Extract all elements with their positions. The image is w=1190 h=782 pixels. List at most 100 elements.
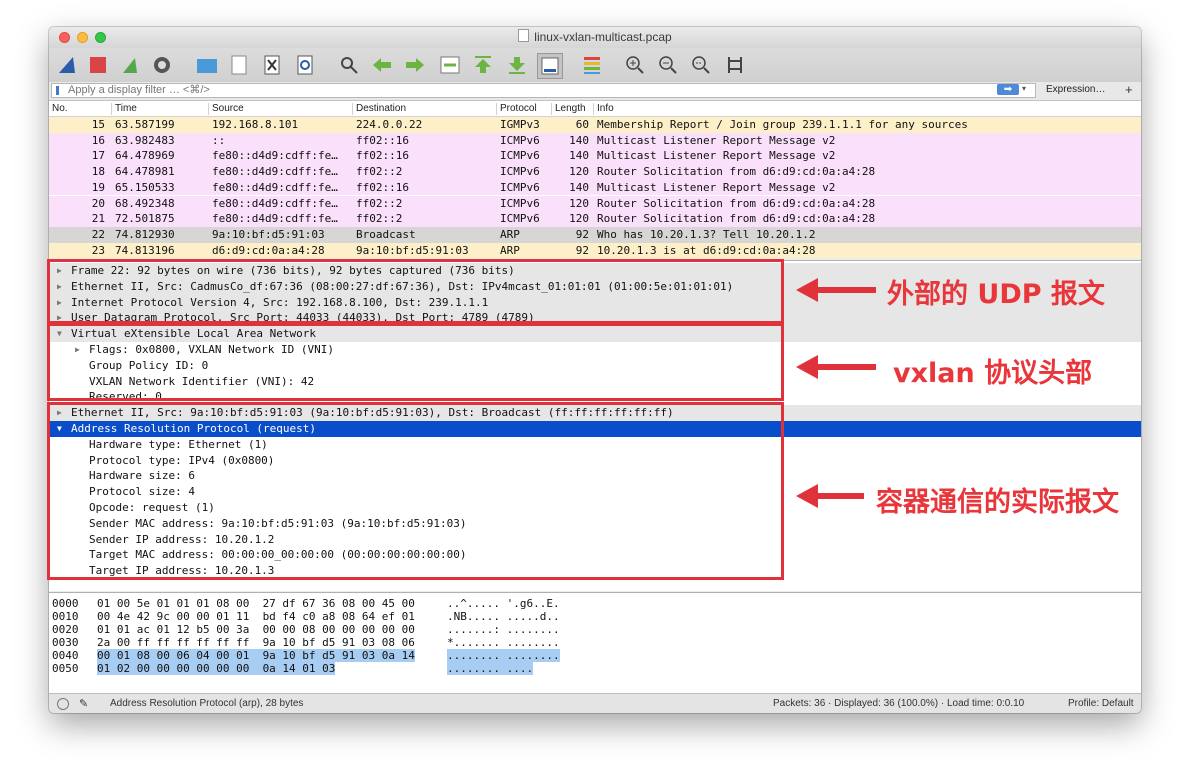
filter-history-chevron-down-icon[interactable]: ▾ xyxy=(1022,84,1026,93)
cell-info: Multicast Listener Report Message v2 xyxy=(597,149,836,163)
cell-time: 63.587199 xyxy=(115,118,175,131)
cell-protocol: ARP xyxy=(500,227,520,241)
zoom-out-icon[interactable] xyxy=(656,53,680,77)
cell-destination: ff02::2 xyxy=(356,212,403,226)
title-bar: linux-vxlan-multicast.pcap xyxy=(49,27,1141,48)
hex-ascii-highlighted: ........ ........ xyxy=(447,649,560,662)
table-row[interactable]: 15 63.587199 192.168.8.101 224.0.0.22 IGMPv3… xyxy=(49,117,1141,133)
hex-ascii: .......: ........ xyxy=(447,623,560,636)
resize-columns-icon[interactable] xyxy=(723,53,747,77)
cell-info: Router Solicitation from d6:d9:cd:0a:a4:… xyxy=(597,196,876,210)
cell-source: d6:d9:cd:0a:a4:28 xyxy=(212,243,325,257)
hex-bytes: 00 4e 42 9c 00 00 01 11 bd f4 c0 a8 08 6… xyxy=(97,610,415,623)
cell-info: 10.20.1.3 is at d6:d9:cd:0a:a4:28 xyxy=(597,243,816,257)
hex-bytes-highlighted: 00 01 08 00 06 04 00 01 9a 10 bf d5 91 0… xyxy=(97,649,415,662)
table-row[interactable]: 19 65.150533 fe80::d4d9:cdff:fe… ff02::16 IC… xyxy=(49,179,1141,196)
add-filter-button[interactable]: + xyxy=(1125,82,1133,97)
column-header-length[interactable]: Length xyxy=(551,103,586,115)
display-filter-input[interactable]: Apply a display filter … <⌘/> xyxy=(51,83,1036,98)
save-file-icon[interactable] xyxy=(227,53,251,77)
cell-protocol: ARP xyxy=(500,243,520,257)
go-forward-icon[interactable] xyxy=(403,53,427,77)
colorize-icon[interactable] xyxy=(580,53,604,77)
capture-status-icon[interactable] xyxy=(57,698,69,710)
close-window-button[interactable] xyxy=(59,32,70,43)
restart-capture-icon[interactable] xyxy=(118,53,142,77)
hex-offset: 0050 xyxy=(52,662,79,675)
column-header-protocol[interactable]: Protocol xyxy=(496,103,537,115)
table-row[interactable]: 23 74.813196 d6:d9:cd:0a:a4:28 9a:10:bf:d5:… xyxy=(49,242,1141,259)
cell-length: 140 xyxy=(569,133,589,147)
table-row[interactable]: 20 68.492348 fe80::d4d9:cdff:fe… ff02::2 ICM… xyxy=(49,195,1141,212)
go-back-icon[interactable] xyxy=(370,53,394,77)
hex-ascii-highlighted: ........ .... xyxy=(447,662,534,675)
reload-file-icon[interactable] xyxy=(293,53,317,77)
close-file-icon[interactable] xyxy=(260,53,284,77)
stop-capture-icon[interactable] xyxy=(86,53,110,77)
container-packet-highlight-box xyxy=(47,402,784,580)
cell-no: 23 xyxy=(91,243,105,257)
shark-fin-start-icon[interactable] xyxy=(55,53,79,77)
cell-time: 64.478969 xyxy=(115,149,175,163)
table-row[interactable]: 18 64.478981 fe80::d4d9:cdff:fe… ff02::2 ICM… xyxy=(49,164,1141,180)
cell-no: 15 xyxy=(91,118,105,131)
autoscroll-icon[interactable] xyxy=(537,53,563,79)
go-to-packet-icon[interactable] xyxy=(438,53,462,77)
cell-length: 120 xyxy=(569,165,589,179)
find-packet-icon[interactable] xyxy=(337,53,361,77)
column-header-info[interactable]: Info xyxy=(593,103,614,115)
zoom-in-icon[interactable] xyxy=(623,53,647,77)
cell-source: fe80::d4d9:cdff:fe… xyxy=(212,180,338,194)
cell-protocol: ICMPv6 xyxy=(500,149,540,163)
cell-destination: ff02::2 xyxy=(356,165,403,179)
open-folder-icon[interactable] xyxy=(195,53,219,77)
column-header-source[interactable]: Source xyxy=(208,103,244,115)
table-row[interactable]: 17 64.478969 fe80::d4d9:cdff:fe… ff02::16 IC… xyxy=(49,148,1141,165)
cell-destination: ff02::2 xyxy=(356,196,403,210)
hex-bytes: 01 01 ac 01 12 b5 00 3a 00 00 08 00 00 0… xyxy=(97,623,415,636)
column-header-no[interactable]: No. xyxy=(49,103,68,115)
go-first-packet-icon[interactable] xyxy=(471,53,495,77)
document-icon xyxy=(518,29,530,42)
cell-no: 19 xyxy=(91,180,105,194)
cell-protocol: ICMPv6 xyxy=(500,165,540,179)
hex-bytes-highlighted: 01 02 00 00 00 00 00 00 0a 14 01 03 xyxy=(97,662,336,675)
table-row[interactable]: 16 63.982483:: ff02::16 ICMPv6 140 Multicast … xyxy=(49,132,1141,149)
cell-no: 17 xyxy=(91,149,105,163)
cell-info: Who has 10.20.1.3? Tell 10.20.1.2 xyxy=(597,227,816,241)
cell-info: Router Solicitation from d6:d9:cd:0a:a4:… xyxy=(597,165,876,179)
annotation-arrow-vxlan xyxy=(796,355,876,379)
annotation-container-packet: 容器通信的实际报文 xyxy=(876,487,1119,518)
hex-offset: 0040 xyxy=(52,649,79,662)
column-header-destination[interactable]: Destination xyxy=(352,103,406,115)
apply-filter-arrow-icon[interactable]: ➡ xyxy=(997,84,1019,95)
hex-bytes: 01 00 5e 01 01 01 08 00 27 df 67 36 08 0… xyxy=(97,597,415,610)
normal-size-icon[interactable] xyxy=(689,53,713,77)
hex-offset: 0010 xyxy=(52,610,79,623)
capture-options-gear-icon[interactable] xyxy=(150,53,174,77)
table-row[interactable]: 22 74.812930 9a:10:bf:d5:91:03 Broadcast ARP… xyxy=(49,226,1141,243)
cell-length: 140 xyxy=(569,180,589,194)
outer-udp-highlight-box xyxy=(47,259,784,324)
hex-offset: 0000 xyxy=(52,597,79,610)
status-profile[interactable]: Profile: Default xyxy=(1068,694,1134,713)
cell-length: 60 xyxy=(575,118,589,131)
minimize-window-button[interactable] xyxy=(77,32,88,43)
cell-length: 120 xyxy=(569,212,589,226)
zoom-window-button[interactable] xyxy=(95,32,106,43)
expression-button[interactable]: Expression… xyxy=(1046,84,1105,95)
column-header-time[interactable]: Time xyxy=(111,103,137,115)
cell-protocol: ICMPv6 xyxy=(500,133,540,147)
cell-time: 74.813196 xyxy=(115,243,175,257)
status-packet-counts: Packets: 36 · Displayed: 36 (100.0%) · L… xyxy=(773,698,1025,709)
cell-info: Router Solicitation from d6:d9:cd:0a:a4:… xyxy=(597,212,876,226)
table-row[interactable]: 21 72.501875 fe80::d4d9:cdff:fe… ff02::2 ICM… xyxy=(49,211,1141,227)
go-last-packet-icon[interactable] xyxy=(505,53,529,77)
cell-destination: ff02::16 xyxy=(356,149,409,163)
edit-comment-icon[interactable]: ✎ xyxy=(79,694,88,713)
cell-source: fe80::d4d9:cdff:fe… xyxy=(212,149,338,163)
cell-destination: ff02::16 xyxy=(356,180,409,194)
hex-ascii: ..^..... '.g6..E. xyxy=(447,597,560,610)
cell-source: :: xyxy=(212,133,226,147)
cell-source: fe80::d4d9:cdff:fe… xyxy=(212,165,338,179)
